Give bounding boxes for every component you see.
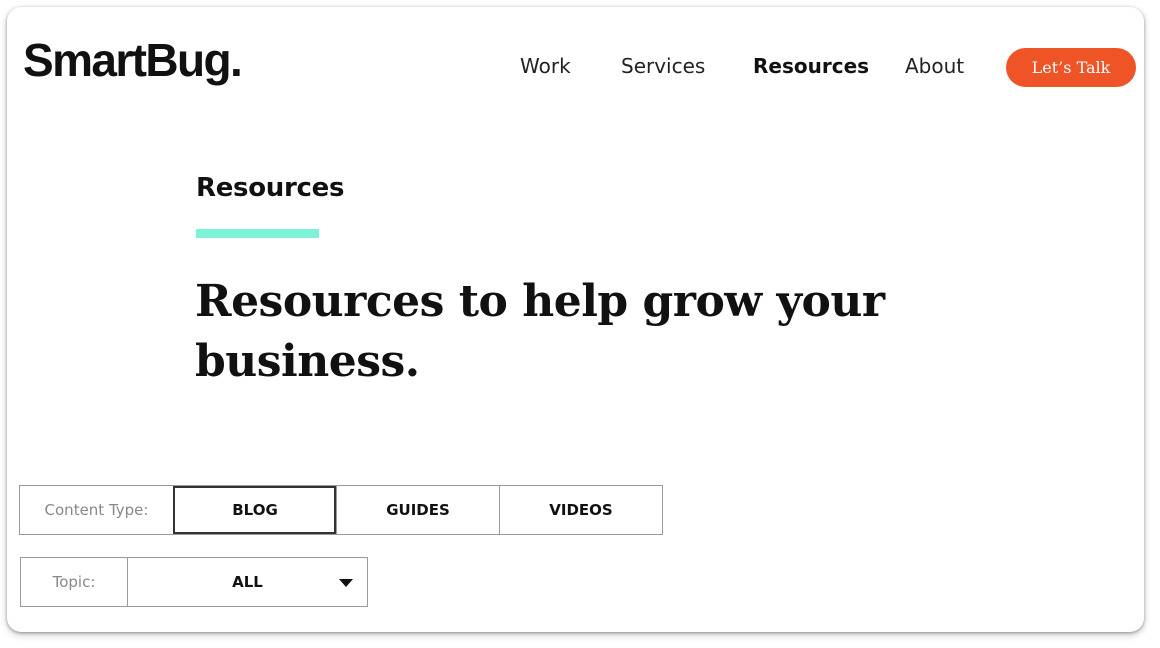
caret-down-icon [339,579,353,587]
section-eyebrow: Resources [196,173,345,203]
browser-window: SmartBug. Work Services Resources About … [7,7,1144,632]
nav-item-resources[interactable]: Resources [753,53,869,79]
content-type-label: Content Type: [44,501,149,519]
content-type-guides-button[interactable]: GUIDES [336,486,499,534]
content-type-videos-button[interactable]: VIDEOS [499,486,662,534]
lets-talk-button[interactable]: Let’s Talk [1006,48,1136,87]
nav-item-services[interactable]: Services [621,53,705,79]
topic-dropdown-value: ALL [232,573,263,591]
nav-item-about[interactable]: About [905,53,964,79]
page-headline: Resources to help grow your business. [195,276,885,387]
nav-item-work[interactable]: Work [520,53,571,79]
topic-filter: Topic: ALL [20,557,368,607]
topic-dropdown[interactable]: ALL [128,558,367,606]
main-nav: Work Services Resources About [7,53,1144,83]
topic-label: Topic: [21,558,128,606]
accent-underline [196,229,319,238]
content-type-filter: Content Type: BLOG GUIDES VIDEOS [19,485,663,535]
content-type-blog-button[interactable]: BLOG [173,486,336,534]
